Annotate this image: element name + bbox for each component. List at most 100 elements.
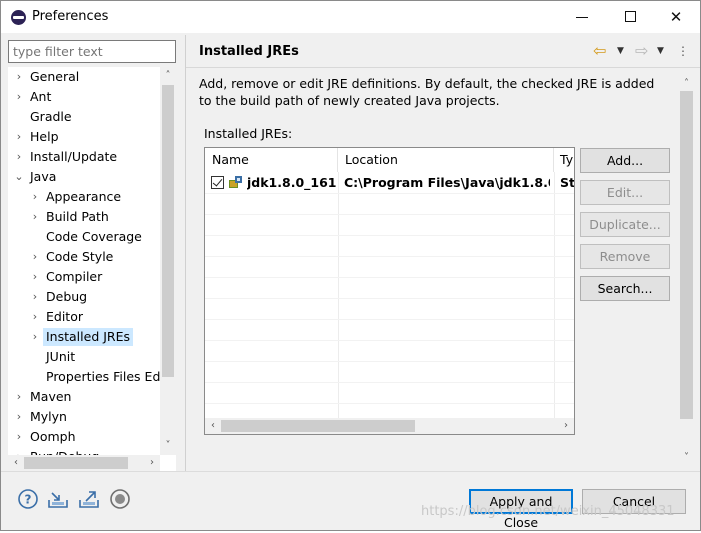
tree-item-label: Editor xyxy=(46,309,83,324)
tree-item-label: Java xyxy=(30,169,57,184)
tree-item[interactable]: › Build Path xyxy=(8,208,160,226)
expand-arrow-icon[interactable]: › xyxy=(13,88,25,106)
scroll-right-icon[interactable]: › xyxy=(144,455,160,471)
edit-button[interactable]: Edit... xyxy=(580,180,670,205)
tree-item-label: Gradle xyxy=(30,109,72,124)
scroll-thumb[interactable] xyxy=(24,457,128,469)
table-row[interactable]: jdk1.8.0_161 ... C:\Program Files\Java\j… xyxy=(205,172,574,193)
scroll-up-icon[interactable]: ˄ xyxy=(160,68,176,84)
jre-name-cell: jdk1.8.0_161 ... xyxy=(247,175,337,190)
tree-item[interactable]: JUnit xyxy=(8,348,160,366)
tree-item-label: Debug xyxy=(46,289,88,304)
tree-item-label: Maven xyxy=(30,389,72,404)
expand-arrow-icon[interactable]: › xyxy=(13,388,25,406)
expand-arrow-icon[interactable]: › xyxy=(13,408,25,426)
minimize-button[interactable] xyxy=(559,1,605,33)
window-title: Preferences xyxy=(32,9,109,24)
expand-arrow-icon[interactable]: › xyxy=(29,288,41,306)
column-header-type-label: Ty xyxy=(560,152,574,167)
scroll-thumb[interactable] xyxy=(221,420,415,432)
tree-item-label: Installed JREs xyxy=(43,328,134,346)
tree-item[interactable]: › Ant xyxy=(8,88,160,106)
tree-item[interactable]: Code Coverage xyxy=(8,228,160,246)
expand-arrow-icon[interactable]: › xyxy=(29,328,41,346)
expand-arrow-icon[interactable]: › xyxy=(13,148,25,166)
scroll-left-icon[interactable]: ‹ xyxy=(205,418,221,434)
tree-item[interactable]: › Oomph xyxy=(8,428,160,446)
table-grid-row xyxy=(205,319,574,340)
expand-arrow-icon[interactable]: › xyxy=(13,68,25,86)
tree-item[interactable]: › Help xyxy=(8,128,160,146)
expand-arrow-icon[interactable]: › xyxy=(29,308,41,326)
add-button[interactable]: Add... xyxy=(580,148,670,173)
tree-vertical-scrollbar[interactable]: ˄ ˅ xyxy=(160,67,176,455)
column-header-name[interactable]: Name xyxy=(205,148,338,172)
tree-item[interactable]: › Installed JREs xyxy=(8,328,160,346)
duplicate-button[interactable]: Duplicate... xyxy=(580,212,670,237)
minimize-icon xyxy=(576,17,588,18)
record-icon[interactable] xyxy=(109,488,131,510)
jre-type-cell: St xyxy=(560,175,574,190)
default-jre-checkbox[interactable] xyxy=(211,176,224,189)
help-icon[interactable]: ? xyxy=(17,488,39,510)
close-button[interactable]: ✕ xyxy=(653,1,699,33)
preference-tree: › General › Ant Gradle › Help › Install/Update ⌄ J… xyxy=(8,67,176,471)
tree-item-label: General xyxy=(30,69,80,84)
expand-arrow-icon[interactable]: › xyxy=(29,248,41,266)
tree-item[interactable]: › Compiler xyxy=(8,268,160,286)
tree-item[interactable]: › Appearance xyxy=(8,188,160,206)
table-grid-row xyxy=(205,298,574,319)
column-header-location[interactable]: Location xyxy=(338,148,554,172)
expand-arrow-icon[interactable]: › xyxy=(29,188,41,206)
tree-item[interactable]: › Code Style xyxy=(8,248,160,266)
remove-button[interactable]: Remove xyxy=(580,244,670,269)
scroll-thumb[interactable] xyxy=(680,91,693,419)
view-menu-icon[interactable]: ⋮ xyxy=(677,41,689,61)
expand-arrow-icon[interactable]: › xyxy=(13,128,25,146)
page-vertical-scrollbar[interactable]: ˄ ˅ xyxy=(678,69,695,467)
tree-item[interactable]: › Mylyn xyxy=(8,408,160,426)
maximize-button[interactable] xyxy=(607,1,653,33)
tree-horizontal-scrollbar[interactable]: ‹ › xyxy=(8,455,160,471)
pane-divider[interactable] xyxy=(185,35,186,471)
tree-item[interactable]: › Maven xyxy=(8,388,160,406)
scroll-up-icon[interactable]: ˄ xyxy=(678,75,695,92)
forward-dropdown-icon[interactable]: ▼ xyxy=(657,41,664,61)
tree-item[interactable]: › Install/Update xyxy=(8,148,160,166)
table-horizontal-scrollbar[interactable]: ‹ › xyxy=(205,418,574,434)
expand-arrow-icon[interactable]: › xyxy=(29,268,41,286)
import-icon[interactable] xyxy=(47,488,69,510)
expand-arrow-icon[interactable]: › xyxy=(13,448,25,455)
collapse-arrow-icon[interactable]: ⌄ xyxy=(13,168,25,186)
tree-item-label: Compiler xyxy=(46,269,103,284)
scroll-thumb[interactable] xyxy=(162,85,174,377)
scroll-down-icon[interactable]: ˅ xyxy=(678,449,695,466)
expand-arrow-icon[interactable]: › xyxy=(29,208,41,226)
tree-item-label: Ant xyxy=(30,89,52,104)
back-dropdown-icon[interactable]: ▼ xyxy=(617,41,624,61)
jre-location-cell: C:\Program Files\Java\jdk1.8.0_... xyxy=(344,175,550,190)
tree-item-label: Code Style xyxy=(46,249,114,264)
export-icon[interactable] xyxy=(78,488,100,510)
tree-item[interactable]: › General xyxy=(8,68,160,86)
tree-item[interactable]: › Debug xyxy=(8,288,160,306)
tree-item[interactable]: ⌄ Java xyxy=(8,168,160,186)
scroll-down-icon[interactable]: ˅ xyxy=(160,438,176,454)
tree-item[interactable]: › Editor xyxy=(8,308,160,326)
expand-arrow-icon[interactable]: › xyxy=(13,428,25,446)
table-grid-row xyxy=(205,382,574,403)
page-title: Installed JREs xyxy=(199,44,299,59)
search-button[interactable]: Search... xyxy=(580,276,670,301)
jre-icon xyxy=(229,176,242,188)
tree-item[interactable]: › Run/Debug xyxy=(8,448,160,455)
tree-item-label: Build Path xyxy=(46,209,109,224)
back-icon[interactable]: ⇦ xyxy=(593,41,606,61)
header-divider xyxy=(186,67,700,68)
forward-icon[interactable]: ⇨ xyxy=(635,41,648,61)
tree-item[interactable]: Properties Files Edit xyxy=(8,368,160,386)
filter-input[interactable] xyxy=(8,40,176,63)
scroll-left-icon[interactable]: ‹ xyxy=(8,455,24,471)
tree-item[interactable]: Gradle xyxy=(8,108,160,126)
scroll-right-icon[interactable]: › xyxy=(558,418,574,434)
tree-item-label: Install/Update xyxy=(30,149,118,164)
